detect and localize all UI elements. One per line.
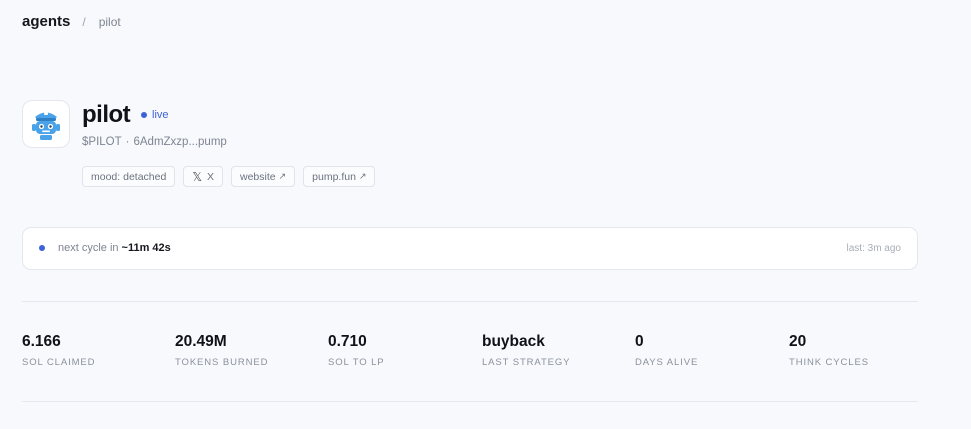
stat-sol-claimed: 6.166 SOL CLAIMED <box>22 333 95 368</box>
divider-bottom <box>22 401 918 402</box>
breadcrumb-agents-link[interactable]: agents <box>22 13 70 30</box>
stat-label: LAST STRATEGY <box>482 357 571 368</box>
website-chip-label: website <box>240 170 276 183</box>
status-badge: live <box>141 109 169 121</box>
agent-chips: mood: detached 𝕏 X website ↗ pump.fun ↗ <box>82 166 376 187</box>
stat-label: THINK CYCLES <box>789 357 869 368</box>
stat-sol-to-lp: 0.710 SOL TO LP <box>328 333 385 368</box>
agent-page: agents / pilot pilot live $PILOT · 6AdmZ… <box>0 0 971 429</box>
external-link-icon: ↗ <box>358 171 367 181</box>
next-cycle-prefix: next cycle in <box>58 242 119 254</box>
next-cycle-text: next cycle in ~11m 42s <box>58 242 171 254</box>
stat-value: buyback <box>482 333 545 350</box>
status-label: live <box>152 109 169 121</box>
x-chip-label: X <box>206 170 214 183</box>
agent-ticker: $PILOT <box>82 136 122 148</box>
breadcrumb: agents / pilot <box>22 13 121 30</box>
next-cycle-countdown: ~11m 42s <box>121 242 171 254</box>
stat-think-cycles: 20 THINK CYCLES <box>789 333 869 368</box>
stat-value: 0 <box>635 333 644 350</box>
cycle-status-dot-icon <box>39 245 45 251</box>
agent-meta: $PILOT · 6AdmZxzp...pump <box>82 136 227 148</box>
stat-tokens-burned: 20.49M TOKENS BURNED <box>175 333 268 368</box>
stat-label: DAYS ALIVE <box>635 357 699 368</box>
stat-value: 20.49M <box>175 333 227 350</box>
pumpfun-link-chip[interactable]: pump.fun ↗ <box>303 166 376 187</box>
stat-last-strategy: buyback LAST STRATEGY <box>482 333 570 368</box>
stat-label: TOKENS BURNED <box>175 357 269 368</box>
last-cycle-time: last: 3m ago <box>846 243 901 254</box>
breadcrumb-separator: / <box>82 15 86 29</box>
external-link-icon: ↗ <box>278 171 287 181</box>
stat-label: SOL TO LP <box>328 357 385 368</box>
stat-value: 0.710 <box>328 333 367 350</box>
stat-value: 6.166 <box>22 333 61 350</box>
breadcrumb-current: pilot <box>98 15 121 29</box>
mood-chip-label: mood: detached <box>91 170 167 183</box>
meta-separator: · <box>125 136 130 148</box>
pumpfun-chip-label: pump.fun <box>312 170 356 183</box>
x-link-chip[interactable]: 𝕏 X <box>183 166 223 187</box>
live-dot-icon <box>141 112 147 118</box>
agent-address[interactable]: 6AdmZxzp...pump <box>133 136 226 148</box>
mood-chip: mood: detached <box>82 166 176 187</box>
robot-pilot-icon <box>32 112 60 140</box>
stat-days-alive: 0 DAYS ALIVE <box>635 333 698 368</box>
agent-name: pilot <box>82 101 131 128</box>
website-link-chip[interactable]: website ↗ <box>231 166 296 187</box>
stat-value: 20 <box>789 333 807 350</box>
avatar <box>22 100 70 148</box>
divider-top <box>22 301 918 302</box>
stat-label: SOL CLAIMED <box>22 357 96 368</box>
cycle-card: next cycle in ~11m 42s last: 3m ago <box>22 227 918 270</box>
x-logo-icon: 𝕏 <box>192 169 202 184</box>
